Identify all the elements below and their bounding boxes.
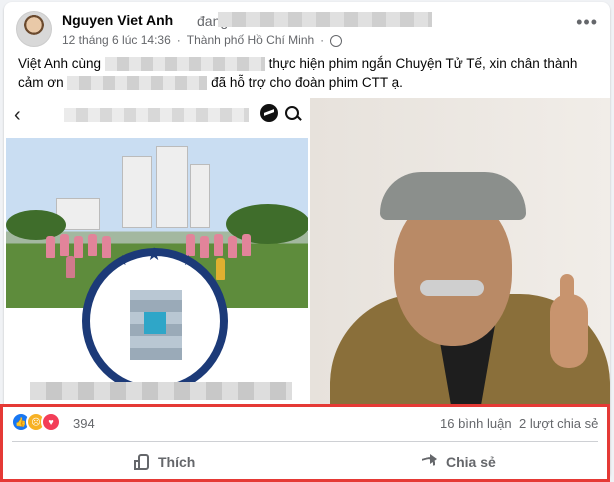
- post-text-part3: đã hỗ trợ cho đoàn phim CTT ạ.: [207, 75, 403, 90]
- blurred-page-title: [64, 108, 249, 122]
- meta-separator-2: ·: [320, 33, 325, 47]
- player: [88, 234, 97, 256]
- post-text-part1: Việt Anh cùng: [18, 56, 105, 71]
- building: [156, 146, 188, 228]
- globe-icon: [330, 34, 343, 47]
- club-logo: ★ ★ ★: [82, 244, 228, 394]
- blurred-club-name: [30, 382, 292, 400]
- player: [242, 234, 251, 256]
- player: [66, 256, 75, 278]
- author-avatar[interactable]: [16, 11, 52, 47]
- divider: [12, 441, 598, 442]
- back-arrow-icon: ‹: [14, 104, 21, 126]
- meta-separator: ·: [176, 33, 181, 47]
- thumbs-up-hand: [550, 274, 588, 368]
- portrait-mustache: [420, 280, 484, 296]
- star-icon: ★: [182, 252, 195, 268]
- building: [190, 164, 210, 228]
- comment-count[interactable]: 16 bình luận: [440, 416, 512, 431]
- building: [122, 156, 152, 228]
- share-button[interactable]: Chia sẻ: [420, 446, 496, 478]
- post-image-left[interactable]: ‹ ★ ★ ★: [4, 98, 310, 406]
- author-name[interactable]: Nguyen Viet Anh: [62, 12, 173, 28]
- star-icon: ★: [146, 244, 163, 264]
- player: [214, 234, 223, 256]
- love-reaction-icon: ♥: [41, 412, 61, 432]
- share-count[interactable]: 2 lượt chia sẻ: [519, 416, 598, 431]
- blurred-logo-emblem: [130, 290, 182, 360]
- post-meta: 12 tháng 6 lúc 14:36 · Thành phố Hồ Chí Mi…: [62, 33, 348, 47]
- share-label: Chia sẻ: [446, 454, 496, 470]
- player: [200, 236, 209, 258]
- star-icon: ★: [116, 252, 129, 268]
- like-label: Thích: [158, 454, 196, 470]
- player: [60, 234, 69, 256]
- player: [102, 236, 111, 258]
- post-text: Việt Anh cùng thực hiện phim ngắn Chuyện…: [18, 54, 602, 92]
- post-location[interactable]: Thành phố Hồ Chí Minh: [187, 33, 314, 47]
- reaction-icons[interactable]: 👍 ☹ ♥: [11, 412, 61, 432]
- search-icon: [285, 106, 299, 120]
- player: [74, 236, 83, 258]
- portrait-hat: [380, 172, 526, 220]
- embedded-app-bar: ‹: [4, 98, 308, 132]
- tree: [226, 204, 308, 244]
- reaction-count[interactable]: 394: [73, 416, 95, 431]
- blurred-sponsor: [67, 76, 208, 91]
- post-image-right[interactable]: [310, 98, 610, 406]
- thumbs-up-icon: [132, 453, 150, 471]
- player: [216, 258, 225, 280]
- share-arrow-icon: [420, 453, 438, 471]
- messenger-icon: [260, 104, 278, 122]
- more-options-icon[interactable]: •••: [576, 12, 598, 33]
- post-date[interactable]: 12 tháng 6 lúc 14:36: [62, 33, 171, 47]
- blurred-place-name: [218, 12, 432, 27]
- player: [228, 236, 237, 258]
- like-button[interactable]: Thích: [132, 446, 195, 478]
- blurred-names: [104, 57, 265, 72]
- tree: [6, 210, 66, 240]
- player: [46, 236, 55, 258]
